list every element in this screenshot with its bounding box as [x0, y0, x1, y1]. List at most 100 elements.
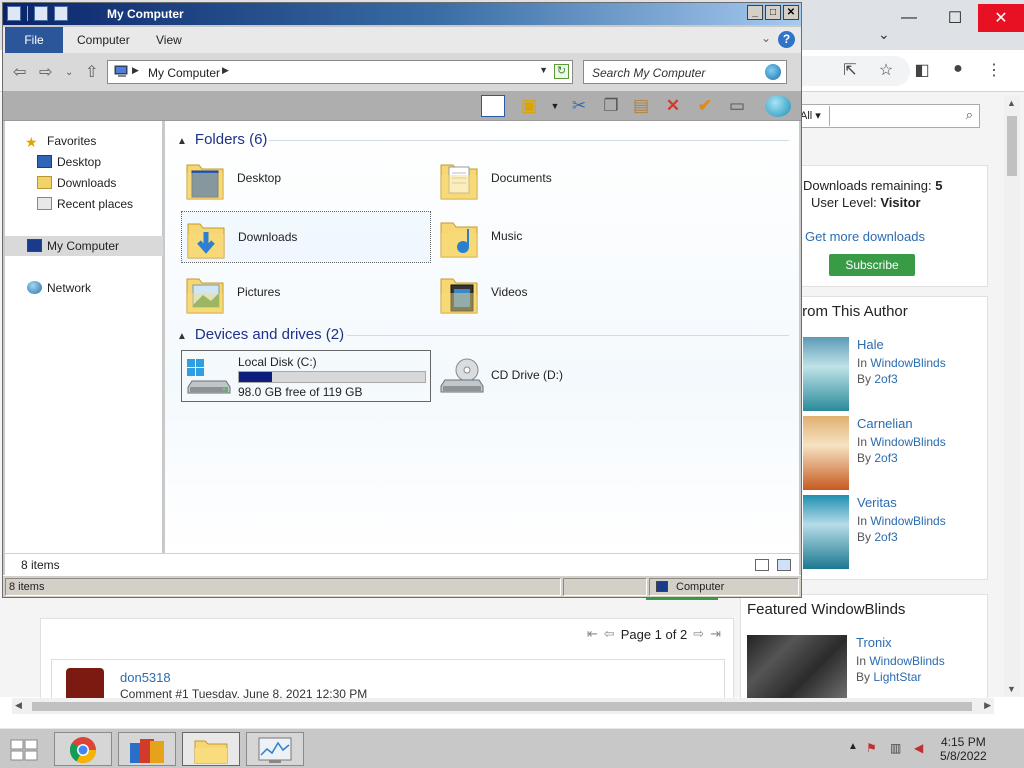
skin-category-link[interactable]: WindowBlinds	[870, 514, 945, 528]
breadcrumb[interactable]: My Computer	[148, 66, 220, 80]
scroll-up-icon[interactable]: ▲	[1007, 98, 1016, 108]
skin-thumbnail[interactable]	[747, 635, 847, 705]
close-button[interactable]: ✕	[783, 5, 799, 20]
address-dropdown-icon[interactable]: ▼	[539, 65, 548, 75]
folder-item[interactable]: Videos	[435, 267, 685, 319]
refresh-icon[interactable]: ↻	[554, 64, 569, 79]
action-center-icon[interactable]: ⚑	[866, 741, 882, 757]
explorer-taskbar-button[interactable]	[182, 732, 240, 766]
paste-icon[interactable]: ▤	[629, 95, 653, 117]
cut-icon[interactable]: ✂	[567, 95, 591, 117]
bookmark-star-icon[interactable]: ☆	[876, 60, 896, 80]
back-icon[interactable]: ⇦	[13, 62, 26, 82]
rename-icon[interactable]: ▭	[725, 95, 749, 117]
properties-icon[interactable]	[34, 6, 48, 21]
start-button[interactable]	[10, 738, 38, 762]
resource-monitor-taskbar-button[interactable]	[246, 732, 304, 766]
folder-item[interactable]: Pictures	[181, 267, 431, 319]
breadcrumb-arrow-icon[interactable]: ▶	[132, 65, 139, 76]
skin-name-link[interactable]: Carnelian	[857, 416, 913, 431]
volume-muted-icon[interactable]: ◀	[914, 741, 930, 757]
folder-item[interactable]: Desktop	[181, 153, 431, 205]
site-search[interactable]: All ▾ ⌕	[795, 104, 980, 128]
profile-icon[interactable]: ●	[948, 60, 968, 80]
folder-item[interactable]: Music	[435, 211, 685, 263]
network-tray-icon[interactable]: ▥	[890, 741, 906, 757]
side-panel-icon[interactable]: ◧	[912, 60, 932, 80]
library-taskbar-button[interactable]	[118, 732, 176, 766]
skin-author-link[interactable]: 2of3	[874, 530, 897, 544]
clock[interactable]: 4:15 PM 5/8/2022	[940, 735, 987, 763]
recent-locations-icon[interactable]: ⌄	[65, 67, 73, 78]
up-icon[interactable]: ⇧	[85, 62, 98, 82]
skin-author-link[interactable]: 2of3	[874, 451, 897, 465]
search-icon[interactable]	[765, 64, 781, 80]
comment-user-link[interactable]: don5318	[120, 670, 171, 685]
drive-item[interactable]: CD Drive (D:)	[435, 350, 685, 402]
skin-item[interactable]: Carnelian In WindowBlinds By 2of3	[781, 416, 989, 494]
new-folder-icon[interactable]	[54, 6, 68, 21]
maximize-button[interactable]: □	[765, 5, 781, 20]
folder-item[interactable]: Documents	[435, 153, 685, 205]
forward-icon[interactable]: ⇨	[39, 62, 52, 82]
next-page-icon[interactable]: ⇨	[693, 626, 704, 642]
search-icon[interactable]: ⌕	[966, 107, 973, 123]
last-page-icon[interactable]: ⇥	[710, 626, 721, 642]
tab-computer[interactable]: Computer	[63, 27, 144, 53]
collapse-icon[interactable]: ▲	[177, 136, 187, 147]
checkmark-icon[interactable]: ✔	[693, 95, 717, 117]
large-icons-view-icon[interactable]	[777, 559, 791, 571]
breadcrumb-arrow-icon[interactable]: ▶	[222, 65, 229, 76]
close-button[interactable]: ✕	[978, 4, 1024, 32]
skin-name-link[interactable]: Tronix	[856, 635, 892, 650]
nav-desktop[interactable]: Desktop	[5, 152, 163, 172]
nav-favorites[interactable]: ★ Favorites	[5, 131, 163, 151]
folders-group-header[interactable]: ▲ Folders (6)	[177, 131, 267, 148]
tab-view[interactable]: View	[142, 27, 196, 53]
nav-network[interactable]: Network	[5, 278, 163, 298]
first-page-icon[interactable]: ⇤	[587, 626, 598, 642]
share-icon[interactable]: ⇱	[840, 60, 860, 80]
prev-page-icon[interactable]: ⇦	[604, 626, 615, 642]
copy-icon[interactable]: ❐	[599, 95, 623, 117]
dropdown-icon[interactable]: ▼	[543, 95, 567, 117]
skin-thumbnail[interactable]	[803, 416, 849, 490]
scroll-right-icon[interactable]: ▶	[984, 700, 991, 711]
skin-author-link[interactable]: LightStar	[873, 670, 921, 684]
skin-category-link[interactable]: WindowBlinds	[870, 356, 945, 370]
details-view-icon[interactable]	[755, 559, 769, 571]
folder-item[interactable]: Downloads	[181, 211, 431, 263]
skin-thumbnail[interactable]	[803, 495, 849, 569]
search-input[interactable]: Search My Computer	[583, 60, 787, 84]
skin-item[interactable]: Hale In WindowBlinds By 2of3	[781, 337, 989, 415]
scroll-left-icon[interactable]: ◀	[15, 700, 22, 711]
scroll-down-icon[interactable]: ▼	[1007, 684, 1016, 694]
skin-category-link[interactable]: WindowBlinds	[869, 654, 944, 668]
collapse-icon[interactable]: ▲	[177, 331, 187, 342]
subscribe-button[interactable]: Subscribe	[829, 254, 915, 276]
delete-icon[interactable]: ✕	[661, 95, 685, 117]
drive-item[interactable]: Local Disk (C:) 98.0 GB free of 119 GB	[181, 350, 431, 402]
skin-name-link[interactable]: Hale	[857, 337, 884, 352]
title-bar[interactable]: My Computer _ □ ✕	[3, 3, 801, 25]
nav-my-computer[interactable]: My Computer	[5, 236, 163, 256]
scroll-thumb[interactable]	[1007, 116, 1017, 176]
minimize-button[interactable]: _	[747, 5, 763, 20]
menu-kebab-icon[interactable]: ⋮	[984, 60, 1004, 80]
drives-group-header[interactable]: ▲ Devices and drives (2)	[177, 326, 344, 343]
nav-downloads[interactable]: Downloads	[5, 173, 163, 193]
skin-author-link[interactable]: 2of3	[874, 372, 897, 386]
skin-item[interactable]: Veritas In WindowBlinds By 2of3	[781, 495, 989, 573]
tab-file[interactable]: File	[5, 27, 63, 53]
horizontal-scrollbar[interactable]: ◀ ▶	[12, 698, 994, 714]
skin-thumbnail[interactable]	[803, 337, 849, 411]
hscroll-thumb[interactable]	[32, 702, 972, 711]
chrome-taskbar-button[interactable]	[54, 732, 112, 766]
skin-name-link[interactable]: Veritas	[857, 495, 897, 510]
minimize-button[interactable]: —	[886, 4, 932, 32]
computer-icon[interactable]	[7, 6, 21, 21]
address-bar[interactable]: ▶ My Computer ▶ ▼ ↻	[107, 60, 573, 84]
vertical-scrollbar[interactable]: ▲ ▼	[1004, 96, 1020, 696]
globe-icon[interactable]	[765, 95, 791, 117]
get-more-downloads-link[interactable]: Get more downloads	[805, 229, 925, 244]
